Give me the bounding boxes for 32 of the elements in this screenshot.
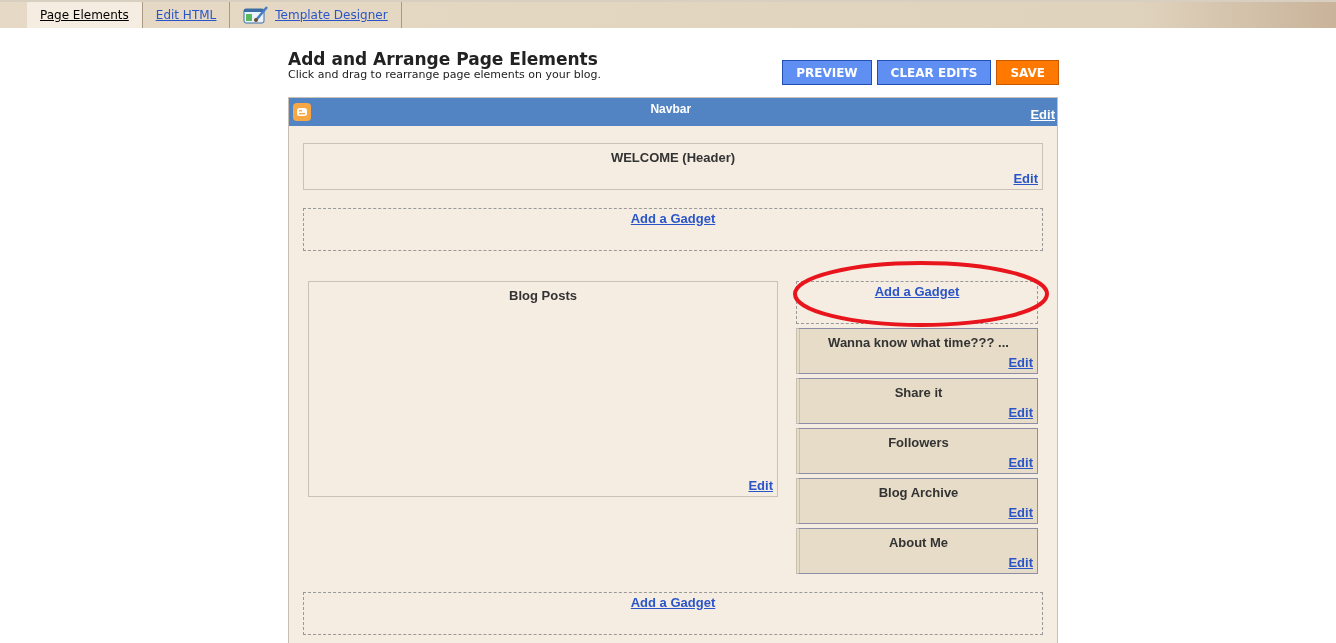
gadget-title: About Me (887, 534, 950, 550)
action-button[interactable]: CLEAR EDITS (876, 60, 992, 85)
edit-link[interactable]: Edit (1008, 355, 1033, 370)
sidebar-gadget[interactable]: Share it Edit (796, 378, 1038, 424)
tab[interactable]: Page Elements (27, 2, 143, 28)
page-subtitle: Click and drag to rearrange page elements on your blog. (288, 68, 601, 81)
gadget-title: Blog Posts (508, 287, 578, 303)
add-gadget-link[interactable]: Add a Gadget (874, 284, 960, 299)
edit-link[interactable]: Edit (1008, 455, 1033, 470)
add-gadget-link[interactable]: Add a Gadget (630, 595, 716, 610)
sidebar-gadget[interactable]: Followers Edit (796, 428, 1038, 474)
edit-link[interactable]: Edit (1008, 555, 1033, 570)
edit-link[interactable]: Edit (748, 478, 773, 493)
sidebar-gadget[interactable]: About Me Edit (796, 528, 1038, 574)
gadget-title: Blog Archive (877, 484, 960, 500)
edit-link[interactable]: Edit (1030, 107, 1055, 122)
gadget-title: WELCOME (Header) (609, 149, 737, 165)
blog-logo-icon (293, 103, 311, 121)
gadget-title: Share it (893, 384, 944, 400)
sidebar-gadget[interactable]: Blog Archive Edit (796, 478, 1038, 524)
edit-link[interactable]: Edit (1008, 405, 1033, 420)
gadget-title: Followers (887, 434, 950, 450)
gadget-title: Wanna know what time??? ... (827, 334, 1010, 350)
action-button[interactable]: PREVIEW (782, 60, 872, 85)
add-gadget-link[interactable]: Add a Gadget (630, 211, 716, 226)
tab[interactable]: Edit HTML (142, 2, 231, 28)
sidebar-gadget[interactable]: Wanna know what time??? ... Edit (796, 328, 1038, 374)
edit-link[interactable]: Edit (1008, 505, 1033, 520)
tab[interactable]: Template Designer (230, 2, 402, 28)
page-title: Add and Arrange Page Elements (288, 50, 599, 68)
edit-link[interactable]: Edit (1013, 171, 1038, 186)
navbar-title: Navbar (650, 102, 692, 116)
